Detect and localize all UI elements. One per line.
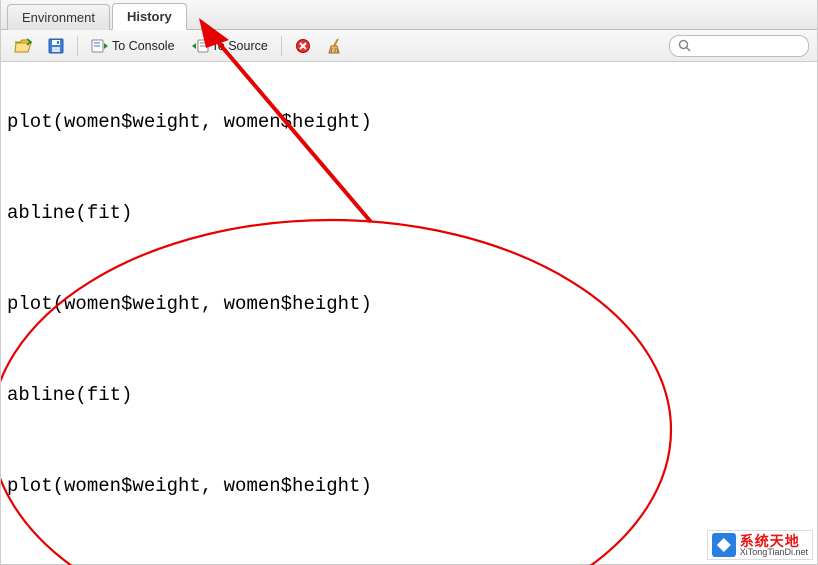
to-console-button[interactable]: To Console: [86, 35, 180, 57]
to-source-label: To Source: [212, 39, 268, 53]
toolbar-separator: [281, 36, 282, 56]
tab-bar: Environment History: [1, 0, 817, 30]
remove-entries-button[interactable]: [290, 35, 316, 57]
history-line[interactable]: abline(fit): [7, 198, 811, 228]
save-disk-icon: [48, 38, 64, 54]
clear-history-button[interactable]: [322, 34, 350, 58]
history-line[interactable]: abline(fit): [7, 380, 811, 410]
history-line[interactable]: abline(fit): [7, 563, 811, 564]
toolbar-separator: [77, 36, 78, 56]
to-source-icon: [191, 38, 209, 54]
history-toolbar: To Console To Source: [1, 30, 817, 62]
watermark-url: XiTongTianDi.net: [740, 548, 808, 557]
open-history-button[interactable]: [9, 35, 37, 57]
watermark-logo-icon: [712, 533, 736, 557]
watermark: 系统天地 XiTongTianDi.net: [707, 530, 813, 560]
history-line[interactable]: plot(women$weight, women$height): [7, 471, 811, 501]
open-folder-icon: [14, 38, 32, 54]
to-console-label: To Console: [112, 39, 175, 53]
search-input[interactable]: [695, 39, 800, 53]
history-listing[interactable]: plot(women$weight, women$height) abline(…: [1, 62, 817, 564]
watermark-title: 系统天地: [740, 534, 808, 548]
history-line[interactable]: plot(women$weight, women$height): [7, 289, 811, 319]
search-icon: [678, 39, 691, 52]
to-source-button[interactable]: To Source: [186, 35, 273, 57]
delete-x-icon: [295, 38, 311, 54]
to-console-icon: [91, 38, 109, 54]
tab-history[interactable]: History: [112, 3, 187, 30]
search-field-wrapper[interactable]: [669, 35, 809, 57]
tab-environment[interactable]: Environment: [7, 4, 110, 30]
broom-icon: [327, 37, 345, 55]
save-history-button[interactable]: [43, 35, 69, 57]
history-line[interactable]: plot(women$weight, women$height): [7, 107, 811, 137]
